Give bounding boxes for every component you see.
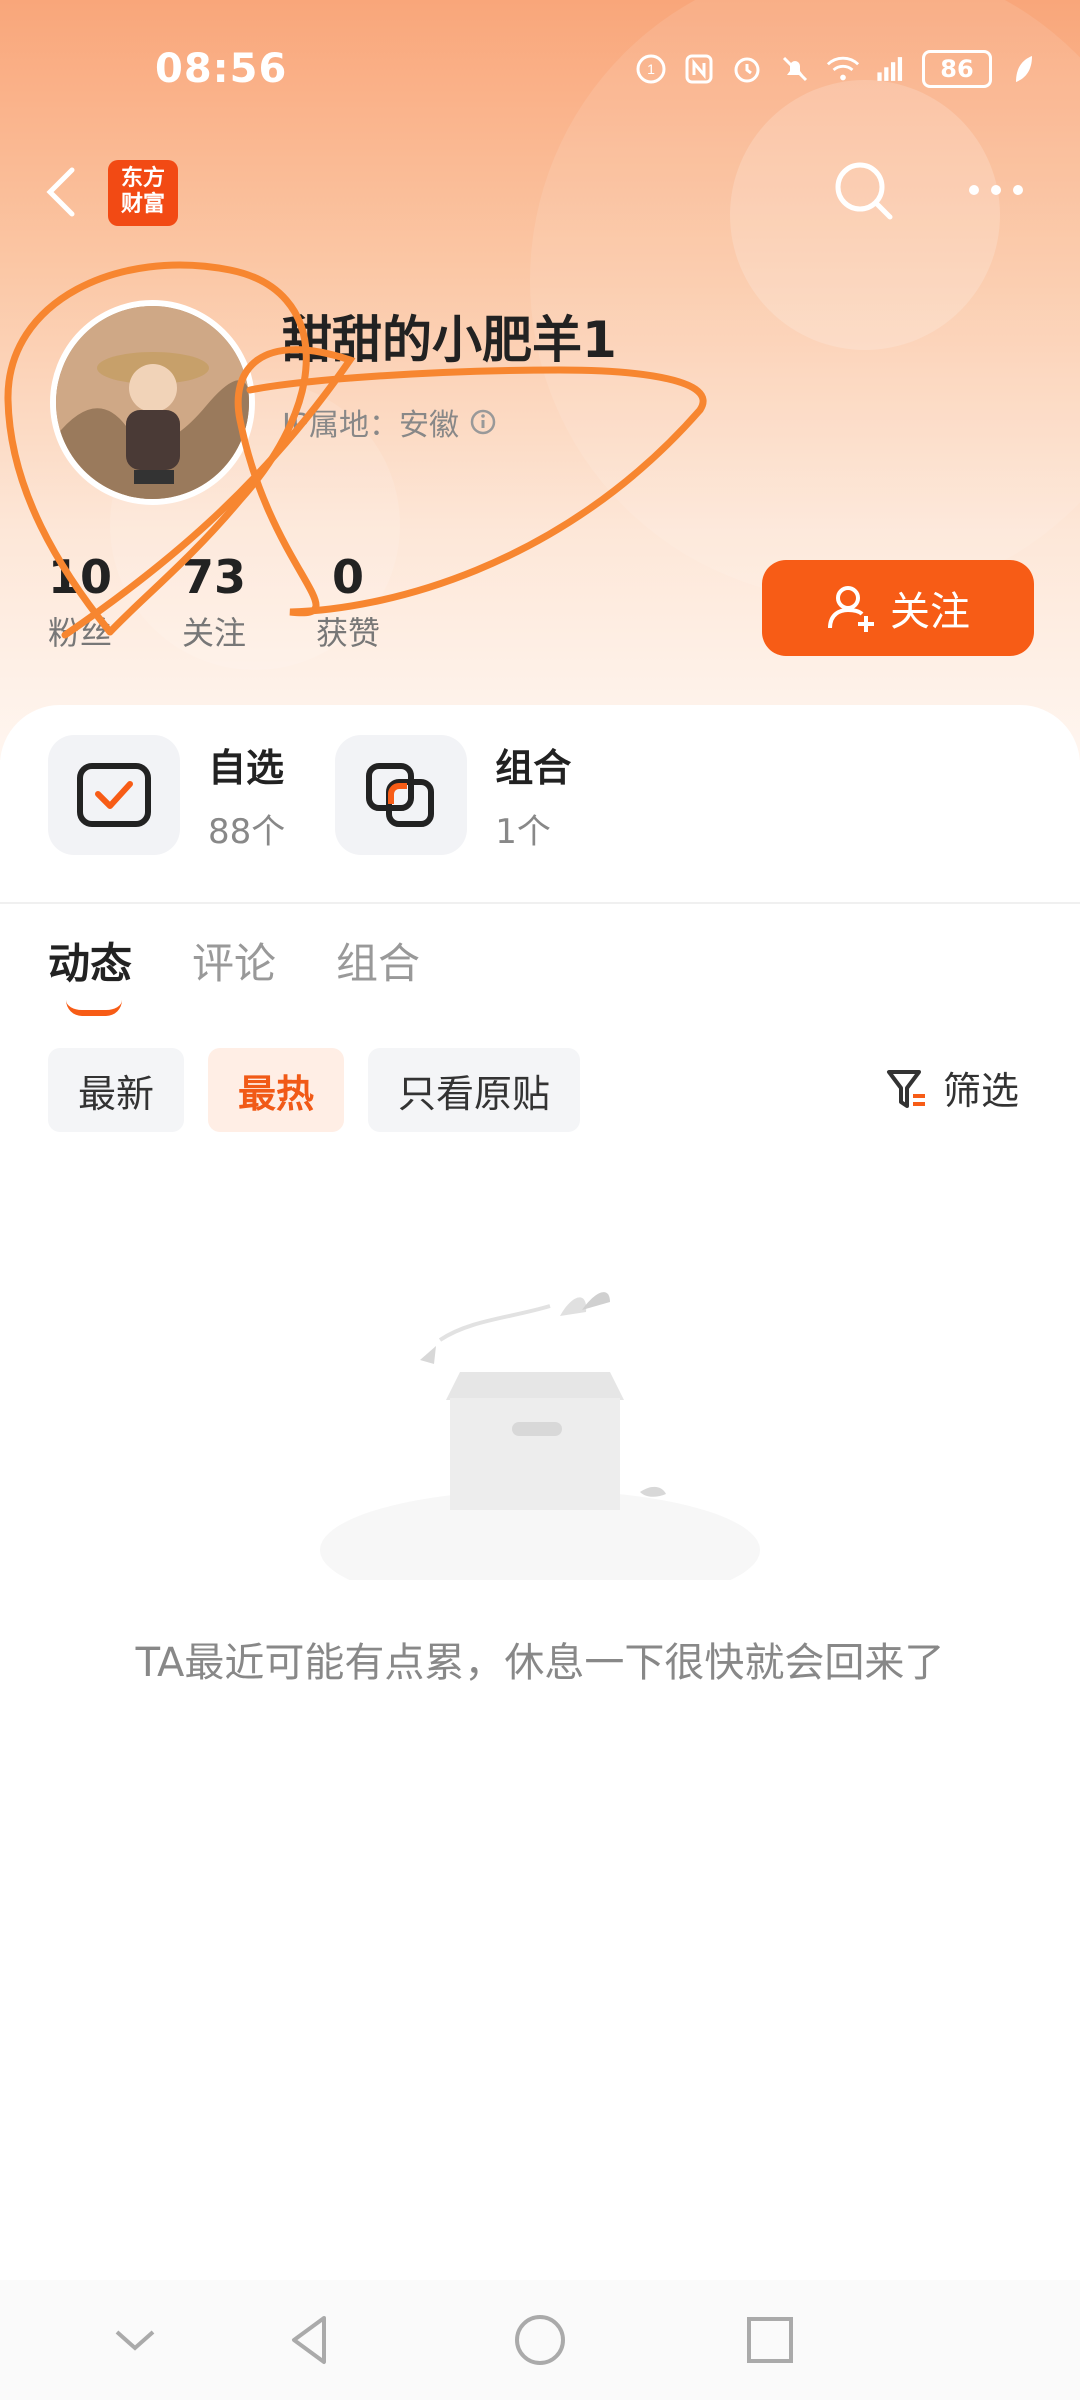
chevron-left-icon [46, 167, 75, 217]
system-nav-bar [0, 2280, 1080, 2400]
tab-comments[interactable]: 评论 [192, 930, 276, 991]
system-home-button[interactable] [510, 2310, 570, 2370]
status-icons: 1 86 [634, 50, 1040, 88]
chip-latest[interactable]: 最新 [48, 1048, 185, 1132]
more-icon [969, 185, 1023, 195]
back-button[interactable] [40, 162, 90, 222]
battery-indicator: 86 [922, 50, 992, 88]
app-logo-line2: 财富 [120, 192, 165, 217]
watchlist-icon [48, 735, 180, 855]
add-user-icon [828, 586, 874, 632]
nfc-icon [682, 52, 716, 86]
triangle-back-icon [292, 2316, 326, 2364]
sort-chips: 最新 最热 只看原贴 [48, 1048, 581, 1132]
filter-icon [887, 1069, 925, 1108]
system-back-button[interactable] [280, 2310, 340, 2370]
portfolio-icon [335, 735, 468, 855]
data-saver-icon: 1 [634, 52, 668, 86]
circle-home-icon [515, 2315, 565, 2365]
filter-button[interactable]: 筛选 [885, 1060, 1019, 1115]
square-recents-icon [747, 2317, 793, 2363]
filter-label: 筛选 [943, 1069, 1020, 1113]
quick-link-count: 1个 [495, 812, 551, 852]
quick-link-title: 组合 [495, 746, 572, 790]
wifi-icon [826, 52, 860, 86]
search-icon [835, 162, 893, 220]
follow-button[interactable]: 关注 [762, 560, 1034, 656]
empty-state-message: TA最近可能有点累，休息一下很快就会回来了 [135, 1640, 945, 1686]
leaf-icon [1006, 52, 1040, 86]
content-tabs: 动态 评论 组合 [48, 930, 420, 1016]
alarm-icon [730, 52, 764, 86]
tab-label: 评论 [192, 939, 277, 988]
tab-active-indicator [66, 1000, 122, 1016]
quick-link-title: 自选 [208, 746, 285, 790]
status-bar: 08:56 1 86 [0, 0, 1080, 140]
chevron-down-icon [115, 2330, 155, 2351]
tab-portfolios[interactable]: 组合 [336, 930, 420, 991]
svg-text:1: 1 [647, 61, 655, 77]
divider [0, 902, 1080, 904]
app-logo: 东方 财富 [108, 160, 178, 226]
mute-icon [778, 52, 812, 86]
quick-link-portfolio[interactable]: 组合 1个 [335, 735, 571, 855]
chip-original-only[interactable]: 只看原贴 [368, 1048, 581, 1132]
system-recents-button[interactable] [740, 2310, 800, 2370]
tab-label: 组合 [336, 939, 421, 988]
quick-links: 自选 88个 组合 1个 [48, 735, 571, 855]
quick-link-count: 88个 [208, 812, 286, 852]
empty-box-illustration [320, 1292, 760, 1580]
hide-keyboard-button[interactable] [105, 2310, 165, 2370]
signal-icon [874, 52, 908, 86]
handwritten-scribble [4, 261, 707, 639]
search-button[interactable] [828, 155, 898, 225]
quick-link-watchlist[interactable]: 自选 88个 [48, 735, 285, 855]
chip-hottest[interactable]: 最热 [208, 1048, 345, 1132]
tab-posts[interactable]: 动态 [48, 930, 133, 1016]
follow-label: 关注 [890, 589, 970, 635]
more-button[interactable] [964, 170, 1028, 210]
app-logo-line1: 东方 [120, 166, 165, 191]
status-time: 08:56 [155, 46, 288, 92]
tab-label: 动态 [48, 939, 133, 988]
